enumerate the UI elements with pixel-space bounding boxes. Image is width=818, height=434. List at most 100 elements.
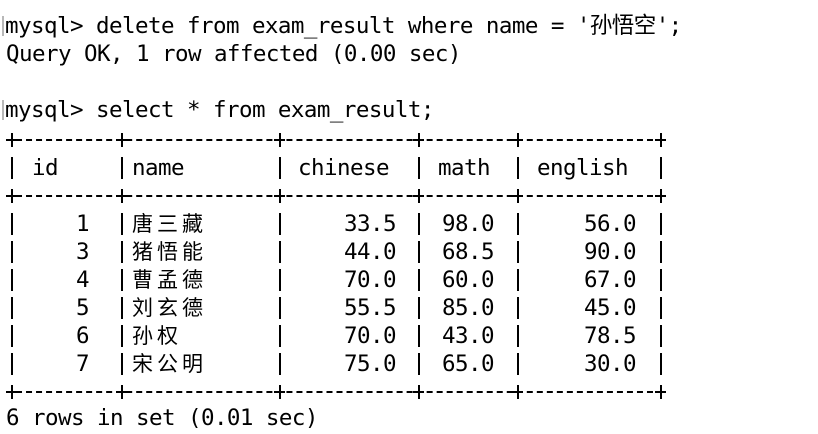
table-border-pipe <box>120 269 123 291</box>
table-border-pipe <box>10 353 13 375</box>
table-border-pipe <box>516 325 519 347</box>
table-border-pipe <box>659 297 662 319</box>
cell-math: 65.0 <box>442 351 495 377</box>
table-border-pipe <box>516 213 519 235</box>
table-border-pipe <box>278 325 281 347</box>
terminal-window[interactable]: mysql> delete from exam_result where nam… <box>0 0 818 434</box>
cell-id: 4 <box>76 267 90 293</box>
cell-math: 60.0 <box>442 267 495 293</box>
table-border-corner <box>274 384 285 399</box>
result-footer: 6 rows in set (0.01 sec) <box>6 404 318 432</box>
table-border-corner <box>116 384 127 399</box>
table-border-pipe <box>659 241 662 263</box>
cell-chinese: 70.0 <box>344 323 397 349</box>
table-border-pipe <box>10 269 13 291</box>
table-border-pipe <box>417 241 420 263</box>
cell-english: 78.5 <box>584 323 637 349</box>
table-border-pipe <box>417 353 420 375</box>
cell-name: 孙权 <box>132 324 182 348</box>
table-border-pipe <box>659 353 662 375</box>
table-border-pipe <box>516 353 519 375</box>
table-border-pipe <box>10 241 13 263</box>
cell-name: 猪悟能 <box>132 240 207 264</box>
table-border-pipe <box>659 269 662 291</box>
column-header-name: name <box>132 155 185 181</box>
command-text: select * from exam_result; <box>95 97 434 123</box>
table-border-corner <box>274 188 285 203</box>
table-border-dashes <box>6 139 663 141</box>
table-border-pipe <box>120 297 123 319</box>
cell-chinese: 44.0 <box>344 239 397 265</box>
table-border-pipe <box>278 241 281 263</box>
cell-math: 85.0 <box>442 295 495 321</box>
command-text: delete from exam_result where name = '孙悟… <box>95 13 682 39</box>
prompt: mysql> <box>5 97 96 123</box>
table-border-pipe <box>10 325 13 347</box>
table-border-corner <box>655 132 666 147</box>
table-border-pipe <box>10 213 13 235</box>
table-border-pipe <box>516 269 519 291</box>
column-header-english: english <box>537 155 629 181</box>
cell-id: 6 <box>76 323 90 349</box>
command-line-2: mysql> select * from exam_result; <box>2 96 434 124</box>
table-border-pipe <box>659 213 662 235</box>
table-border-pipe <box>278 353 281 375</box>
table-border-corner <box>655 188 666 203</box>
table-border-pipe <box>120 325 123 347</box>
table-border-dashes <box>6 195 663 197</box>
line-marker <box>2 16 4 36</box>
line-marker <box>2 100 4 120</box>
table-border-corner <box>6 384 17 399</box>
table-border-corner <box>512 132 523 147</box>
cell-math: 98.0 <box>442 211 495 237</box>
table-border-corner <box>274 132 285 147</box>
cell-english: 90.0 <box>584 239 637 265</box>
cell-id: 1 <box>76 211 90 237</box>
cell-english: 67.0 <box>584 267 637 293</box>
cell-chinese: 70.0 <box>344 267 397 293</box>
table-border-corner <box>116 132 127 147</box>
table-border-pipe <box>278 157 281 179</box>
output-line: Query OK, 1 row affected (0.00 sec) <box>6 40 461 68</box>
column-header-chinese: chinese <box>298 155 390 181</box>
table-border-pipe <box>417 297 420 319</box>
table-border-pipe <box>659 157 662 179</box>
table-border-corner <box>116 188 127 203</box>
cell-id: 5 <box>76 295 90 321</box>
table-border-pipe <box>659 325 662 347</box>
cell-math: 68.5 <box>442 239 495 265</box>
query-ok-message: Query OK, 1 row affected (0.00 sec) <box>6 41 461 67</box>
table-border-pipe <box>120 213 123 235</box>
cell-id: 7 <box>76 351 90 377</box>
table-border-pipe <box>120 241 123 263</box>
cell-chinese: 33.5 <box>344 211 397 237</box>
cell-chinese: 75.0 <box>344 351 397 377</box>
command-line-1: mysql> delete from exam_result where nam… <box>2 12 682 40</box>
table-border-pipe <box>278 269 281 291</box>
table-border-pipe <box>278 297 281 319</box>
table-border-corner <box>413 384 424 399</box>
table-border-corner <box>6 132 17 147</box>
table-border-corner <box>512 384 523 399</box>
table-border-pipe <box>417 157 420 179</box>
cell-name: 唐三藏 <box>132 212 207 236</box>
table-border-corner <box>655 384 666 399</box>
table-border-pipe <box>417 213 420 235</box>
table-border-pipe <box>417 325 420 347</box>
table-border-pipe <box>120 157 123 179</box>
cell-name: 曹孟德 <box>132 268 207 292</box>
rows-in-set-message: 6 rows in set (0.01 sec) <box>6 405 318 431</box>
table-border-corner <box>6 188 17 203</box>
table-border-pipe <box>10 157 13 179</box>
table-border-corner <box>413 132 424 147</box>
table-border-pipe <box>516 241 519 263</box>
prompt: mysql> <box>5 13 96 39</box>
table-border-pipe <box>516 297 519 319</box>
cell-chinese: 55.5 <box>344 295 397 321</box>
table-border-pipe <box>10 297 13 319</box>
table-border-pipe <box>417 269 420 291</box>
table-border-pipe <box>120 353 123 375</box>
cell-english: 30.0 <box>584 351 637 377</box>
table-border-pipe <box>278 213 281 235</box>
table-border-dashes <box>6 391 663 393</box>
